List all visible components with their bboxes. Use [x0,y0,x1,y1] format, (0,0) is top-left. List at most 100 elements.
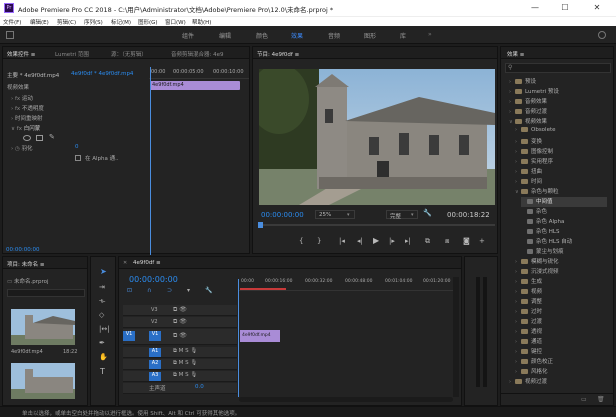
effect-clip-bar[interactable]: 4e9f0df.mp4 [150,81,240,90]
slip-tool-icon[interactable]: |↔| [99,325,110,333]
maximize-button[interactable]: ☐ [550,2,580,14]
effects-tree-item[interactable]: › 实用程序 [515,157,553,167]
effects-tree-item[interactable]: › 视频 [515,287,542,297]
timeline-video-clip[interactable]: 4e9f0df.mp4 [240,330,280,342]
timeline-zoom-bar[interactable] [239,397,453,402]
step-forward-icon[interactable]: |▸ [389,237,395,245]
timeline-scrollbar[interactable] [453,277,459,397]
video-frame[interactable] [249,64,495,205]
wrench-icon[interactable]: 🔧 [205,287,212,294]
clip-thumbnail[interactable] [11,309,75,345]
snap-icon[interactable]: ∩ [147,287,151,294]
workspace-assembly[interactable]: 组件 [182,31,194,40]
wrench-icon[interactable]: 🔧 [423,209,432,217]
quality-select[interactable]: 完整 ▾ [386,210,418,220]
effects-tree-item[interactable]: › 时间 [515,177,542,187]
track-a1[interactable]: A1 ⧉ M S 🎙 [123,347,237,358]
export-frame-icon[interactable]: ◙ [463,237,470,245]
menu-marker[interactable]: 标记(M) [111,18,131,26]
pen-tool-icon[interactable]: ✒ [99,339,105,347]
master-clip-label[interactable]: 主要 * 4e9f0df.mp4 [7,71,59,79]
track-select-tool-icon[interactable]: ⇥ [99,283,105,291]
tab-program[interactable]: 节目: 4e9f0df ≡ [257,50,299,58]
timeline-playhead[interactable] [238,279,239,397]
effects-tree-item[interactable]: ∨ 视频效果 [509,117,547,127]
effects-tree-item[interactable]: › 模糊与锐化 [515,257,559,267]
workspace-effects[interactable]: 效果 [291,31,303,40]
effects-tree-item[interactable]: › 生成 [515,277,542,287]
play-icon[interactable]: ▶ [373,236,379,245]
delete-icon[interactable]: 🗑 [597,396,605,403]
rect-mask-icon[interactable] [36,135,43,141]
tab-project[interactable]: 项目: 未命名 ≡ [7,260,44,268]
effects-tree-item[interactable]: 蒙尘与划痕 [521,247,564,257]
effects-tree-item[interactable]: 杂色 HLS [521,227,559,237]
new-bin-icon[interactable]: ▭ [581,396,587,403]
program-playhead[interactable] [258,222,263,228]
minimize-button[interactable]: — [520,2,550,14]
hand-tool-icon[interactable]: ✋ [99,353,108,361]
linked-selection-icon[interactable]: ⊃ [167,287,172,294]
effects-tree-item[interactable]: ∨ 杂色与颗粒 [515,187,559,197]
menu-window[interactable]: 窗口(W) [165,18,186,26]
effects-tree-item[interactable]: › 扭曲 [515,167,542,177]
effect-row-motion[interactable]: › fx 运动 [11,94,33,102]
pen-mask-icon[interactable]: ✎ [49,133,55,141]
effects-search-input[interactable]: ⚲ [505,63,611,73]
effects-tree-item[interactable]: › 通道 [515,337,542,347]
project-search-input[interactable] [7,289,85,297]
effect-controls-timecode[interactable]: 00:00:00:00 [6,247,40,253]
search-icon[interactable] [598,31,606,39]
menu-edit[interactable]: 编辑(E) [30,18,49,26]
effect-row-opacity[interactable]: › fx 不透明度 [11,104,44,112]
menu-help[interactable]: 帮助(H) [192,18,211,26]
effects-tree-item[interactable]: › Lumetri 预设 [509,87,559,97]
type-tool-icon[interactable]: T [100,367,105,376]
marker-icon[interactable]: ▾ [187,287,190,294]
track-v3[interactable]: V3 ⧉ 👁 [123,305,237,316]
workspace-editing[interactable]: 编辑 [219,31,231,40]
effects-tree-item[interactable]: › 颜色校正 [515,357,553,367]
workspace-more-icon[interactable]: » [428,31,432,38]
track-a3[interactable]: A3 ⧉ M S 🎙 [123,371,237,382]
workspace-libraries[interactable]: 库 [400,31,406,40]
effects-tree-item[interactable]: › 视频过渡 [509,377,547,387]
sequence-clip-label[interactable]: 4e9f0df * 4e9f0df.mp4 [71,71,133,77]
alpha-checkbox[interactable] [75,155,81,161]
track-v1[interactable]: V1 V1 ⧉ 👁 [123,329,237,345]
effects-tree-item[interactable]: › 图像控制 [515,147,553,157]
tab-effect-controls[interactable]: 效果控件 ≡ [7,50,35,58]
timeline-ruler[interactable]: 00:00 00:00:16:00 00:00:32:00 00:00:48:0… [239,275,453,291]
menu-sequence[interactable]: 序列(S) [84,18,103,26]
ripple-edit-tool-icon[interactable]: ⟛ [99,297,105,306]
close-button[interactable]: ✕ [582,2,612,14]
selection-tool-icon[interactable]: ➤ [100,267,107,276]
effects-tree-item[interactable]: 杂色 HLS 自动 [521,237,572,247]
clip-thumbnail[interactable] [11,363,75,399]
workspace-audio[interactable]: 音频 [328,31,340,40]
mark-out-icon[interactable]: } [317,237,321,245]
tab-audio-mixer[interactable]: 音频剪辑混合器: 4e9 [171,50,223,58]
tab-lumetri-scopes[interactable]: Lumetri 范围 [55,50,89,58]
effects-tree-item[interactable]: › 沉浸式视频 [515,267,559,277]
menu-graphics[interactable]: 图形(G) [138,18,158,26]
overwrite-icon[interactable]: ⧈ [445,237,449,246]
tab-source[interactable]: 源：（无剪辑） [111,50,147,58]
go-to-out-icon[interactable]: ▸| [405,237,411,245]
effects-tree-item[interactable]: › 变换 [515,137,542,147]
insert-icon[interactable]: ⧉ [425,237,430,246]
effect-ruler[interactable]: 00:00 00:00:05:00 00:00:10:00 [149,67,249,79]
go-to-in-icon[interactable]: |◂ [339,237,345,245]
ellipse-mask-icon[interactable] [23,135,31,141]
effects-tree-item[interactable]: › 调整 [515,297,542,307]
effects-tree-item[interactable]: 中间值 [521,197,607,207]
effects-tree-item[interactable]: › 透视 [515,327,542,337]
menu-clip[interactable]: 剪辑(C) [57,18,76,26]
tab-effects[interactable]: 效果 ≡ [507,50,524,58]
tab-sequence[interactable]: 4e9f0df ≡ [133,260,161,266]
effects-tree-item[interactable]: 杂色 Alpha [521,217,564,227]
home-icon[interactable] [6,31,14,39]
mark-in-icon[interactable]: { [299,237,303,245]
workspace-color[interactable]: 颜色 [256,31,268,40]
workspace-graphics[interactable]: 图形 [364,31,376,40]
